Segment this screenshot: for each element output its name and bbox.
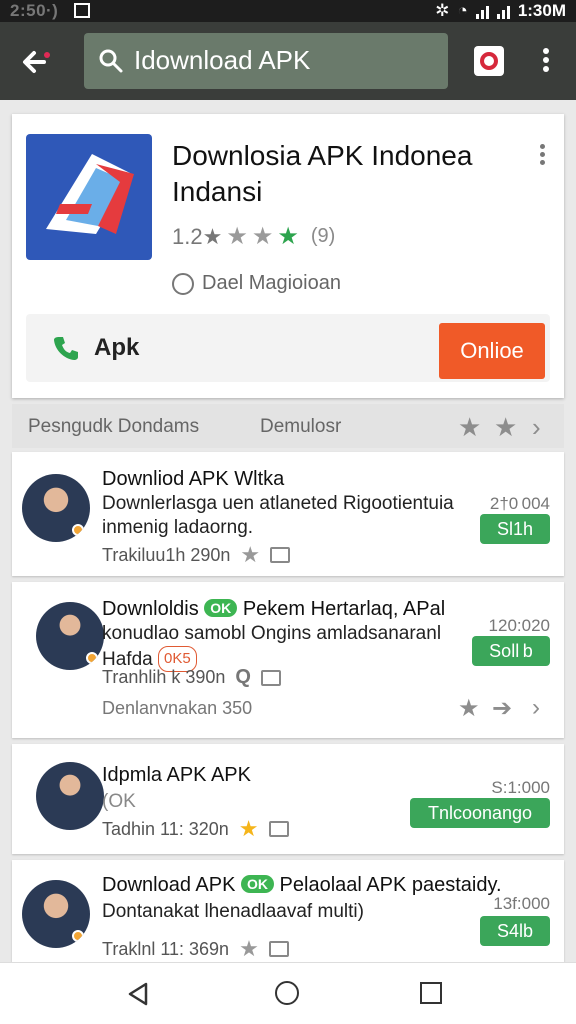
star-icon[interactable]: ★	[458, 412, 481, 443]
item-meta: Traklnl 11: 369n ★	[102, 936, 289, 962]
search-icon	[99, 49, 123, 73]
item-time: S:1:000	[491, 778, 550, 797]
record-icon[interactable]	[474, 46, 504, 76]
app-title: Downlosia APK Indonea Indansi	[172, 140, 473, 207]
item-action-button[interactable]: S4lb	[480, 916, 550, 946]
star-filled-icon: ★	[238, 816, 259, 841]
item-title: Download APK OK Pelaolaal APK paestaidy.	[102, 874, 502, 897]
item-time: 2†0 004	[489, 494, 550, 513]
developer-icon	[172, 272, 194, 295]
search-box[interactable]: Idownload APK	[84, 33, 448, 89]
filter-bar: Pesngudk Dondams Demulosr ★ ★ ›	[12, 404, 564, 448]
chevron-right-icon[interactable]: ›	[532, 412, 541, 443]
star-icon: ★	[240, 542, 261, 567]
app-rating: 1.2★ ★ ★ ★ (9)	[172, 222, 335, 251]
item-meta: Tadhin 11: 320n ★	[102, 816, 289, 842]
item-title-text: Download APK	[102, 874, 236, 896]
avatar	[36, 762, 104, 830]
phone-icon	[54, 337, 78, 360]
back-arrow-icon[interactable]	[16, 42, 56, 82]
online-button[interactable]: Onlioe	[439, 323, 545, 379]
star-icon[interactable]: ★	[458, 694, 480, 723]
star-icon: ★	[226, 223, 248, 250]
item-description: konudlao samobl Ongins amladsanaranl Haf…	[102, 622, 462, 672]
list-item[interactable]: Downliod APK Wltka Downlerlasga uen atla…	[12, 452, 564, 576]
image-icon	[260, 669, 281, 686]
item-title-rest: Pelaolaal APK paestaidy.	[279, 874, 502, 896]
item-meta: Tranhlih k 390n Q	[102, 666, 281, 689]
clock: 1:30M	[517, 1, 566, 20]
ok-badge: OK	[204, 599, 238, 617]
filter-tab-middle[interactable]: Demulosr	[260, 416, 341, 438]
item-description: Dontanakat lhenadlaavaf multi)	[102, 901, 364, 922]
star-icon[interactable]: ★	[494, 412, 517, 443]
item-action-button[interactable]: Tnlcoonango	[410, 798, 550, 828]
developer-name: Dael Magioioan	[202, 272, 341, 294]
item-description-text: konudlao samobl Ongins amladsanaranl Haf…	[102, 623, 442, 670]
install-row: Apk Onlioe	[26, 314, 550, 382]
nav-back-icon[interactable]	[126, 981, 150, 1007]
item-description: Downlerlasga uen atlaneted Rigootientuia…	[102, 493, 454, 538]
nav-home-icon[interactable]	[275, 981, 299, 1005]
list-item[interactable]: Download APK OK Pelaolaal APK paestaidy.…	[12, 860, 564, 962]
apk-label: Apk	[94, 334, 140, 361]
item-time: 13f:000	[493, 894, 550, 913]
image-icon	[268, 821, 289, 837]
item-title-text: Downloldis	[102, 598, 199, 620]
star-icon: ★	[251, 223, 274, 250]
sub-label: Denlanvnakan 350	[102, 698, 253, 718]
item-meta-text: Traklnl 11: 369n	[102, 938, 230, 959]
app-logo	[26, 134, 152, 260]
item-title: Downloldis OK Pekem Hertarlaq, APal	[102, 598, 462, 621]
item-title: Idpmla APK APK	[102, 764, 251, 786]
ok-badge: OK	[240, 875, 274, 893]
item-action-button[interactable]: Soll b	[472, 636, 550, 666]
sub-row: Denlanvnakan 350 ★ ➔ ›	[12, 694, 564, 734]
card-menu-icon[interactable]	[540, 144, 546, 168]
image-icon	[270, 547, 291, 563]
rating-count: (9)	[310, 225, 336, 247]
item-title-rest: Pekem Hertarlaq, APal	[242, 598, 446, 620]
rating-value: 1.2★	[172, 223, 223, 249]
status-icons: ✲ ◔ 1:30M	[435, 1, 566, 21]
item-action-button[interactable]: Sl1h	[480, 514, 550, 544]
avatar	[22, 880, 90, 948]
list-item[interactable]: Downloldis OK Pekem Hertarlaq, APal konu…	[12, 582, 564, 738]
signal-icon	[475, 4, 489, 19]
chevron-right-icon[interactable]: ›	[532, 694, 540, 722]
image-icon	[268, 941, 289, 957]
app-detail-card: Downlosia APK Indonea Indansi 1.2★ ★ ★ ★…	[12, 114, 564, 398]
arrow-right-icon[interactable]: ➔	[492, 694, 512, 723]
wifi-icon: ◔	[457, 1, 468, 20]
bluetooth-icon: ✲	[435, 1, 450, 20]
overflow-menu-icon[interactable]	[538, 48, 554, 76]
nav-recents-icon[interactable]	[420, 982, 442, 1004]
search-icon: Q	[235, 666, 251, 688]
item-meta-text: Trakiluu1h 290n	[102, 544, 231, 565]
search-input[interactable]: Idownload APK	[134, 45, 310, 76]
item-meta-text: Tadhin 11: 320n	[102, 818, 229, 839]
status-bar: 2:50·) ✲ ◔ 1:30M	[0, 0, 576, 22]
item-title: Downliod APK Wltka	[102, 468, 285, 490]
list-item[interactable]: Idpmla APK APK (OK Tadhin 11: 320n ★ S:1…	[12, 744, 564, 854]
filter-tab-left[interactable]: Pesngudk Dondams	[28, 416, 199, 438]
sim-icon	[74, 3, 90, 18]
item-meta-text: Tranhlih k 390n	[102, 667, 226, 687]
item-time: 120:020	[488, 616, 550, 635]
item-meta: Trakiluu1h 290n ★	[102, 542, 291, 568]
avatar	[36, 602, 104, 670]
app-bar: Idownload APK	[0, 22, 576, 100]
signal-icon-2	[496, 4, 510, 19]
system-nav-bar	[0, 962, 576, 1024]
developer-row: Dael Magioioan	[172, 272, 341, 295]
star-icon: ★	[239, 936, 259, 961]
star-filled-icon: ★	[277, 223, 299, 250]
avatar	[22, 474, 90, 542]
